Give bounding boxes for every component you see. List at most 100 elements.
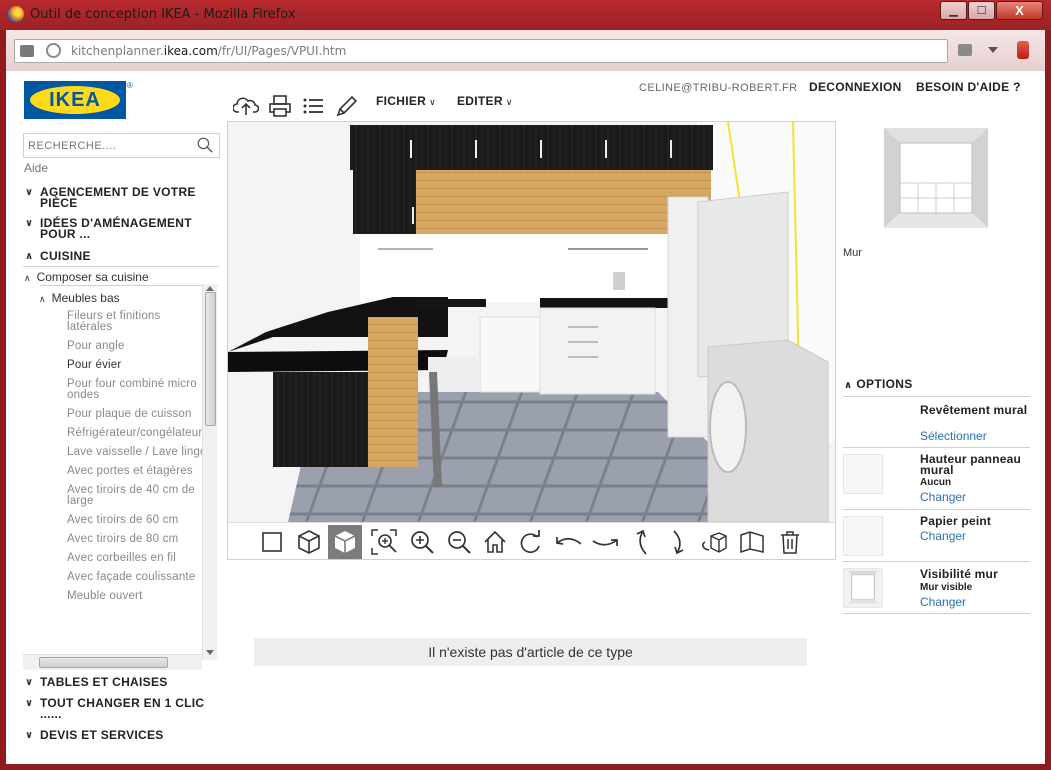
maximize-button[interactable]: ☐ (968, 1, 995, 20)
change-link[interactable]: Changer (920, 595, 966, 609)
list-item[interactable]: Pour angle (67, 340, 207, 352)
sink-cabinet (539, 307, 656, 395)
delete-button[interactable] (773, 525, 807, 559)
section-tables[interactable]: ∨ TABLES ET CHAISES (23, 675, 219, 689)
ikea-logo[interactable]: IKEA (24, 81, 126, 119)
scroll-up-icon[interactable] (206, 286, 214, 291)
section-agencement[interactable]: ∨ AGENCEMENT DE VOTRE PIÈCE (23, 186, 219, 209)
list-item[interactable]: Fileurs et finitions latérales (67, 310, 207, 333)
zoom-in-button[interactable] (405, 525, 439, 559)
list-item[interactable]: Réfrigérateur/congélateur (67, 427, 207, 439)
chevron-down-icon: ∨ (25, 698, 34, 709)
section-devis[interactable]: ∨ DEVIS ET SERVICES (23, 729, 219, 741)
rotate-right-button[interactable] (514, 525, 548, 559)
3d-viewport[interactable] (227, 121, 836, 560)
wall-visible-icon[interactable] (843, 568, 883, 608)
option-value: Aucun (920, 477, 952, 488)
list-item[interactable]: Avec corbeilles en fil (67, 552, 207, 564)
category-items: Fileurs et finitions latérales Pour angl… (67, 310, 207, 610)
section-label: CUISINE (40, 249, 91, 263)
editer-menu[interactable]: EDITER ∨ (457, 94, 513, 108)
home-view-button[interactable] (478, 525, 512, 559)
list-item[interactable]: Meuble ouvert (67, 590, 207, 602)
2d-view-button[interactable] (255, 525, 289, 559)
section-tout-changer[interactable]: ∨ TOUT CHANGER EN 1 CLIC ...... (23, 696, 219, 721)
option-swatch[interactable] (843, 516, 883, 556)
registered-mark: ® (127, 81, 133, 90)
view-toolbar (228, 522, 835, 559)
list-item[interactable]: Pour four combiné micro ondes (67, 378, 207, 401)
window-titlebar: Outil de conception IKEA - Mozilla Firef… (0, 0, 1051, 30)
kitchen-3d-render[interactable] (228, 122, 835, 523)
help-link[interactable]: BESOIN D'AIDE ? (916, 80, 1021, 94)
no-article-message: Il n'existe pas d'article de ce type (254, 638, 807, 666)
list-item-selected[interactable]: Pour évier (67, 359, 207, 371)
fichier-menu[interactable]: FICHIER ∨ (376, 94, 436, 108)
rotate-left-icon (556, 537, 582, 545)
chevron-down-icon: ∨ (25, 730, 34, 741)
horizontal-scrollbar[interactable] (23, 654, 202, 670)
3d-solid-view-button[interactable] (328, 525, 362, 559)
addon-icon[interactable] (958, 44, 972, 56)
close-button[interactable]: X (996, 1, 1043, 20)
list-item[interactable]: Avec portes et étagères (67, 465, 207, 477)
rotate-object-button[interactable] (698, 525, 732, 559)
chevron-down-icon: ∨ (505, 97, 513, 107)
search-icon[interactable] (197, 137, 213, 153)
walls-button[interactable] (735, 525, 769, 559)
url-bar[interactable]: kitchenplanner.ikea.com/fr/UI/Pages/VPUI… (14, 39, 948, 63)
aide-link[interactable]: Aide (24, 161, 48, 175)
2d-view-icon (262, 532, 282, 552)
rotate-object-icon (702, 532, 727, 553)
list-item[interactable]: Avec façade coulissante (67, 571, 207, 583)
rotate-clockwise-icon (592, 539, 618, 546)
options-header[interactable]: ∧ OPTIONS (844, 377, 913, 391)
list-item[interactable]: Lave vaisselle / Lave linge (67, 446, 207, 458)
scroll-thumb[interactable] (39, 657, 168, 668)
option-swatch[interactable] (843, 454, 883, 494)
option-hauteur: Hauteur panneau mural Aucun Changer (843, 453, 1031, 507)
section-label: TOUT CHANGER EN 1 CLIC ...... (40, 696, 205, 721)
search-input[interactable] (24, 134, 184, 157)
pencil-icon[interactable] (334, 94, 360, 118)
extension-icon[interactable] (1017, 41, 1029, 59)
logout-link[interactable]: DECONNEXION (809, 80, 902, 94)
minimize-button[interactable]: ▁ (940, 1, 967, 20)
zoom-out-button[interactable] (442, 525, 476, 559)
change-link[interactable]: Changer (920, 529, 966, 543)
scroll-thumb[interactable] (205, 292, 216, 426)
divider (843, 396, 1030, 397)
section-idees[interactable]: ∨ IDÉES D'AMÉNAGEMENT POUR ... (23, 217, 219, 240)
chevron-down-icon[interactable] (988, 47, 998, 53)
list-item[interactable]: Avec tiroirs de 80 cm (67, 533, 207, 545)
section-label: TABLES ET CHAISES (40, 675, 168, 689)
page: IKEA ® Aide ∨ AGENCEMENT DE VOTRE PIÈCE … (6, 71, 1045, 764)
divider (23, 266, 219, 267)
zoom-selection-button[interactable] (367, 525, 401, 559)
select-link[interactable]: Sélectionner (920, 429, 987, 443)
tilt-up-button[interactable] (625, 525, 659, 559)
vertical-scrollbar[interactable] (202, 284, 217, 660)
pan-left-button[interactable] (552, 525, 586, 559)
composer-cuisine[interactable]: ∧ Composer sa cuisine (24, 270, 149, 284)
tilt-down-button[interactable] (661, 525, 695, 559)
list-item[interactable]: Avec tiroirs de 40 cm de large (67, 484, 207, 507)
rotate-right-icon (520, 530, 540, 553)
chevron-up-icon: ∧ (24, 273, 31, 283)
change-link[interactable]: Changer (920, 490, 966, 504)
scroll-down-icon[interactable] (206, 650, 214, 655)
print-icon[interactable] (267, 94, 293, 118)
list-icon[interactable] (301, 94, 327, 118)
3d-view-solid-icon (334, 531, 356, 553)
user-email: CELINE@TRIBU-ROBERT.FR (639, 82, 798, 94)
pan-right-button[interactable] (588, 525, 622, 559)
wall-thumbnail[interactable] (884, 128, 988, 228)
3d-view-button[interactable] (292, 525, 326, 559)
list-item[interactable]: Avec tiroirs de 60 cm (67, 514, 207, 526)
option-visibilite: Visibilité mur Mur visible Changer (843, 567, 1031, 612)
url-text[interactable]: kitchenplanner.ikea.com/fr/UI/Pages/VPUI… (71, 44, 346, 58)
cloud-upload-icon[interactable] (233, 94, 259, 118)
section-cuisine[interactable]: ∧ CUISINE (23, 249, 219, 263)
options-label: OPTIONS (856, 377, 913, 391)
list-item[interactable]: Pour plaque de cuisson (67, 408, 207, 420)
